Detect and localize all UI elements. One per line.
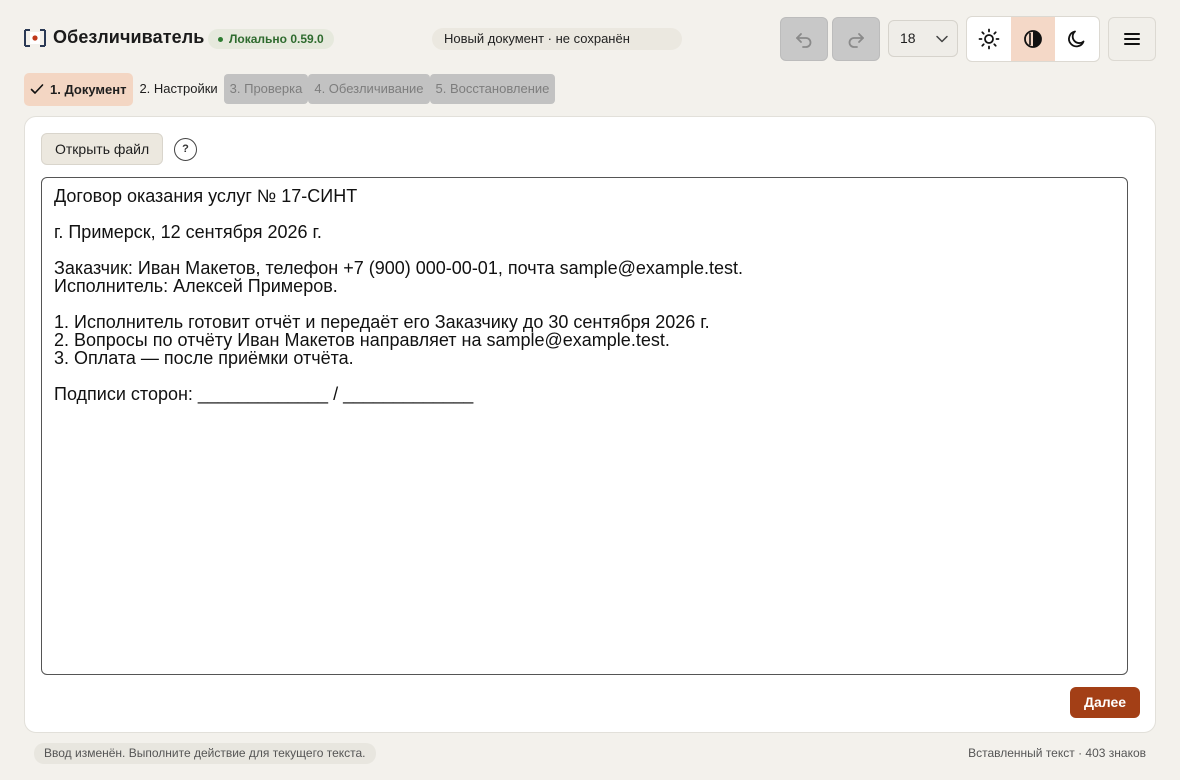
font-size-value: 18 [900, 30, 916, 46]
undo-button[interactable] [780, 17, 828, 61]
chevron-down-icon [936, 35, 948, 43]
version-label: Локально 0.59.0 [229, 32, 324, 46]
dark-theme-button[interactable] [1055, 17, 1099, 61]
step-settings[interactable]: 2. Настройки [133, 74, 223, 104]
step-anonymize: 4. Обезличивание [308, 74, 430, 104]
version-badge: Локально 0.59.0 [208, 29, 334, 49]
moon-icon [1068, 30, 1085, 48]
status-dot-icon [218, 36, 223, 42]
document-text-editor[interactable]: Договор оказания услуг № 17-СИНТ г. Прим… [41, 177, 1128, 675]
checkmark-icon [30, 84, 44, 94]
document-status: Новый документ · не сохранён [432, 28, 682, 50]
document-panel: Открыть файл ? Договор оказания услуг № … [24, 116, 1156, 733]
redo-icon [848, 33, 864, 48]
character-count: Вставленный текст · 403 знаков [968, 746, 1146, 760]
help-button[interactable]: ? [174, 138, 197, 161]
light-theme-button[interactable] [967, 17, 1011, 61]
step-review: 3. Проверка [223, 74, 309, 104]
logo-icon [24, 29, 46, 47]
app-title: Обезличиватель [53, 27, 205, 47]
font-size-select[interactable]: 18 [888, 20, 958, 57]
open-file-button[interactable]: Открыть файл [41, 133, 164, 165]
contrast-icon [1024, 30, 1042, 48]
menu-button[interactable] [1108, 17, 1156, 61]
undo-icon [796, 33, 812, 48]
step-document[interactable]: 1. Документ [24, 72, 134, 106]
status-message: Ввод изменён. Выполните действие для тек… [34, 743, 376, 764]
step-restore: 5. Восстановление [429, 74, 556, 104]
step-document-label: 1. Документ [50, 81, 127, 97]
sun-icon [978, 28, 1000, 50]
redo-button[interactable] [832, 17, 880, 61]
app-header: Обезличиватель Локально 0.59.0 Новый док… [0, 0, 1180, 72]
theme-switcher [966, 16, 1100, 62]
hamburger-menu-icon [1124, 33, 1140, 45]
next-button[interactable]: Далее [1070, 687, 1140, 718]
wizard-steps: 1. Документ 2. Настройки 3. Проверка 4. … [24, 72, 556, 106]
contrast-theme-button[interactable] [1011, 17, 1055, 61]
